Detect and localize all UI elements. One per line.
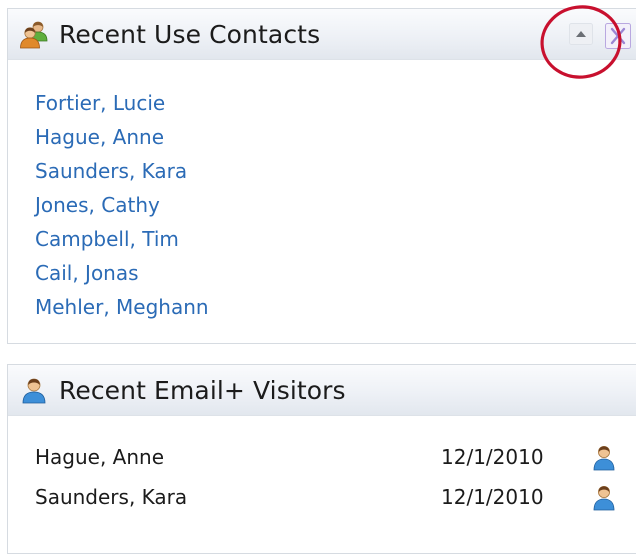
panel-title: Recent Use Contacts [59,19,321,49]
panel-title: Recent Email+ Visitors [59,375,346,405]
visitor-name: Saunders, Kara [35,485,188,509]
list-item: Campbell, Tim [35,222,209,256]
contact-link[interactable]: Jones, Cathy [35,193,160,217]
list-item: Mehler, Meghann [35,290,209,324]
visitor-list: Hague, Anne 12/1/2010 Saunders, Kara 12/… [8,437,636,517]
list-item: Jones, Cathy [35,188,209,222]
visitor-row: Saunders, Kara 12/1/2010 [8,477,636,517]
visit-date: 12/1/2010 [441,445,544,469]
contact-link[interactable]: Mehler, Meghann [35,295,209,319]
visitor-row: Hague, Anne 12/1/2010 [8,437,636,477]
recent-visitors-panel: Recent Email+ Visitors Hague, Anne 12/1/… [7,364,636,554]
contact-list: Fortier, Lucie Hague, Anne Saunders, Kar… [35,86,209,324]
contact-link[interactable]: Fortier, Lucie [35,91,165,115]
person-icon [22,378,46,404]
collapse-up-icon[interactable] [569,23,593,45]
recent-visitors-header: Recent Email+ Visitors [8,365,636,416]
list-item: Fortier, Lucie [35,86,209,120]
person-icon[interactable] [591,443,617,471]
visitor-name: Hague, Anne [35,445,165,469]
contacts-group-icon [20,21,48,49]
visit-date: 12/1/2010 [441,485,544,509]
contact-link[interactable]: Campbell, Tim [35,227,179,251]
recent-contacts-header: Recent Use Contacts [8,5,636,79]
person-icon[interactable] [591,483,617,511]
list-item: Saunders, Kara [35,154,209,188]
recent-contacts-panel: Recent Use Contacts Fortier, Lucie Hague… [7,5,636,344]
contact-link[interactable]: Cail, Jonas [35,261,139,285]
list-item: Hague, Anne [35,120,209,154]
contact-link[interactable]: Hague, Anne [35,125,164,149]
list-item: Cail, Jonas [35,256,209,290]
close-icon[interactable] [605,23,631,49]
contact-link[interactable]: Saunders, Kara [35,159,187,183]
